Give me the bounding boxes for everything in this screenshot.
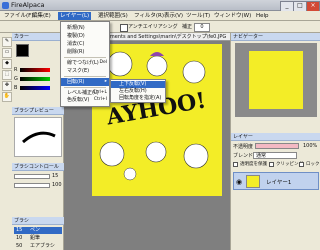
tool-options-bar: アンチエイリアシング 補正 0 [0,21,320,33]
r-label: R [14,67,18,73]
protect-alpha-label: 透明度を保護 [240,162,267,167]
layer-menu: 新規(N) 複製(D) 消去(C) 削除(R) 線でつなげ(L) Del マスク(… [60,21,110,107]
blend-select[interactable]: 通常 [253,152,297,159]
navigator-preview[interactable] [235,43,317,117]
brush-item-pen[interactable]: 15 ペン [14,227,62,234]
title-bar: FireAlpaca _ □ × [0,0,320,12]
menu-item-merge[interactable]: 線でつなげ(L) Del [61,59,109,67]
menu-bar: ファイル(F) 編集(E) レイヤー(L) 選択範囲(S) フィルタ(R) 表示… [0,11,320,21]
layer-panel-title: レイヤー [231,133,320,141]
move-tool-icon[interactable]: ✥ [2,81,12,91]
brush-size: 50 [16,243,23,249]
menu-filter[interactable]: フィルタ(R) [132,12,166,20]
clipping-checkbox[interactable] [269,162,274,167]
menu-item-duplicate[interactable]: 複製(D) [61,32,109,40]
menu-item-clear[interactable]: 消去(C) [61,40,109,48]
brush-item-pencil[interactable]: 10 鉛筆 [14,235,62,242]
hand-tool-icon[interactable]: ✋ [2,92,12,102]
artwork-canvas[interactable]: AYHOO! [92,44,222,196]
layer-name: レイヤー1 [266,180,292,186]
b-label: B [14,85,18,91]
rotate-submenu: 上下反転(V) 左右反転(H) 回転角度を指定(A) [110,79,166,103]
brush-opacity-slider[interactable] [14,183,50,188]
brush-size: 15 [16,227,23,233]
foreground-color-swatch[interactable] [16,44,29,57]
brush-size-slider[interactable] [14,174,50,179]
color-panel-title: カラー [12,33,64,41]
eye-icon[interactable]: ◉ [236,178,242,186]
g-label: G [14,76,18,82]
antialias-label: アンチエイリアシング [128,24,178,30]
brush-item-airbrush[interactable]: 50 エアブラシ [14,243,62,250]
menu-separator [64,57,106,58]
blend-label: ブレンド [233,153,254,159]
g-slider[interactable] [20,77,50,81]
brush-stroke-preview [22,131,56,144]
antialias-checkbox[interactable] [120,24,128,32]
menu-item-rotate[interactable]: 回転(R) ▸ [61,78,109,86]
menu-separator [64,87,106,88]
opacity-label: 不透明度 [233,144,254,150]
menu-tool[interactable]: ツール(T) [184,12,212,20]
b-slider[interactable] [20,86,50,90]
menu-separator [64,76,106,77]
submenu-flip-horizontal[interactable]: 左右反転(H) [111,88,165,95]
menu-item-mask[interactable]: マスク(E) [61,67,109,75]
fill-tool-icon[interactable]: ◆ [2,59,12,69]
menu-item-invert[interactable]: 色反転(V) Ctrl+I [61,96,109,104]
submenu-rotate-angle[interactable]: 回転角度を指定(A) [111,95,165,102]
brush-panel-title: ブラシ [12,217,64,225]
layer-row[interactable]: ◉ レイヤー1 [233,172,319,190]
pen-tool-icon[interactable]: ✎ [2,37,12,47]
menu-edit[interactable]: 編集(E) [30,12,53,20]
lock-label: ロック [306,162,320,167]
opacity-value: 100% [303,143,318,149]
navigator-title: ナビゲーター [231,33,320,41]
lock-checkbox[interactable] [299,162,304,167]
brush-name: 鉛筆 [29,235,40,241]
brush-preview [14,117,62,157]
menu-item-new[interactable]: 新規(N) [61,24,109,32]
brush-size: 10 [16,235,23,241]
brush-name: ペン [29,227,40,233]
right-panel: ナビゲーター レイヤー 不透明度 100% ブレンド 通常 透明度を保護 クリッ… [230,33,320,250]
brush-name: エアブラシ [29,243,55,249]
menu-item-delete[interactable]: 削除(R) [61,48,109,56]
navigator-thumbnail [249,51,303,109]
palette-column: カラー R G B ブラシプレビュー ブラシコントロール 15 100 ブラシ … [12,33,64,250]
brush-size-value: 15 [52,173,59,179]
layer-thumbnail [246,175,260,188]
menu-select[interactable]: 選択範囲(S) [96,12,130,20]
brush-opacity-value: 100 [52,182,62,188]
submenu-flip-vertical[interactable]: 上下反転(V) [111,81,165,88]
menu-help[interactable]: Help [254,12,271,20]
eraser-tool-icon[interactable]: ▭ [2,48,12,58]
menu-view[interactable]: 表示(V) [162,12,185,20]
correction-label: 補正 [182,24,193,30]
brush-preview-title: ブラシプレビュー [12,107,64,115]
document-tab[interactable]: ...uments and Settings\marin\デスクトップ\fe0.… [100,33,230,41]
menu-window[interactable]: ウィンドウ(W) [212,12,253,20]
menu-layer[interactable]: レイヤー(L) [58,12,92,20]
brush-control-title: ブラシコントロール [12,163,64,171]
correction-select[interactable]: 0 [194,23,210,32]
select-tool-icon[interactable]: ⬚ [2,70,12,80]
window-title: FireAlpaca [11,1,45,9]
r-slider[interactable] [20,68,50,72]
app-icon [2,2,9,9]
protect-alpha-checkbox[interactable] [233,162,238,167]
opacity-slider[interactable] [255,143,299,149]
